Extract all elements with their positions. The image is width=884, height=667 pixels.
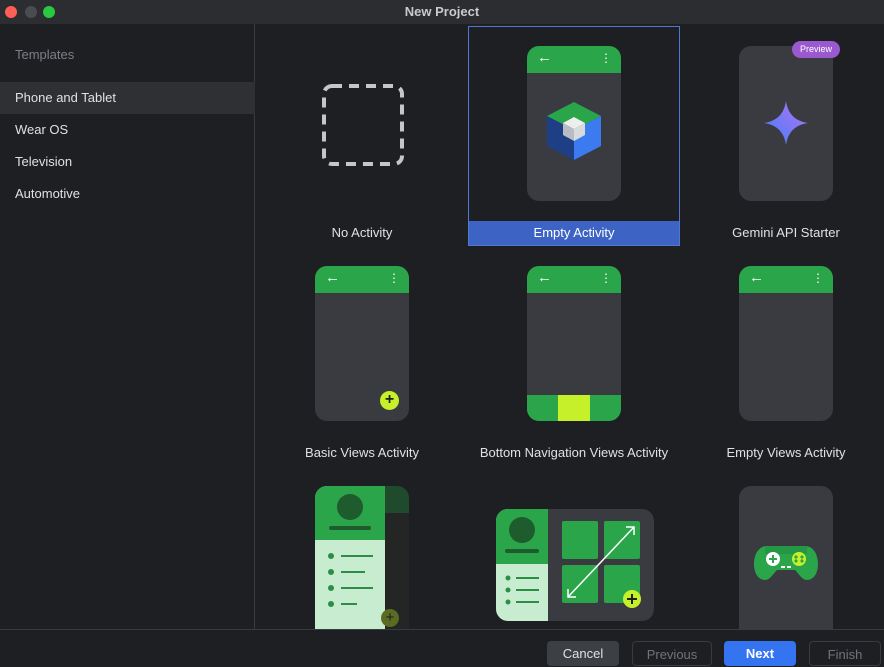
phone-preview: ← ⋮ — [527, 46, 621, 201]
app-bar: ← ⋮ — [527, 266, 621, 293]
tablet-side-panel — [496, 509, 548, 621]
phone-preview: ← ⋮ — [739, 266, 833, 421]
template-label: Bottom Navigation Views Activity — [479, 445, 669, 460]
sidebar-item-automotive[interactable]: Automotive — [0, 178, 255, 210]
window-title: New Project — [404, 4, 480, 19]
back-arrow-icon: ← — [749, 269, 764, 286]
dashed-square-icon — [322, 84, 404, 166]
avatar-icon — [337, 494, 363, 520]
tablet-preview — [496, 509, 654, 621]
sidebar-item-television[interactable]: Television — [0, 146, 255, 178]
template-responsive-views-activity[interactable] — [468, 466, 680, 629]
template-bottom-navigation-views-activity[interactable]: ← ⋮ Bottom Navigation Views Activity — [468, 246, 680, 466]
finish-button[interactable]: Finish — [809, 641, 881, 666]
app-bar: ← ⋮ — [527, 46, 621, 73]
template-game-activity[interactable] — [680, 466, 884, 629]
game-controller-icon — [754, 546, 818, 580]
bottom-nav-selected-item — [558, 395, 590, 421]
template-empty-activity[interactable]: ← ⋮ Empty Activity — [468, 26, 680, 246]
drawer-menu-list-icon — [328, 553, 373, 607]
templates-heading: Templates — [15, 47, 75, 62]
template-label: Gemini API Starter — [732, 225, 840, 240]
templates-sidebar: Templates Phone and Tablet Wear OS Telev… — [0, 24, 255, 629]
back-arrow-icon: ← — [537, 49, 552, 66]
next-button[interactable]: Next — [724, 641, 796, 666]
template-label: No Activity — [331, 225, 393, 240]
avatar-icon — [509, 517, 535, 543]
app-bar: ← ⋮ — [739, 266, 833, 293]
previous-button[interactable]: Previous — [632, 641, 712, 666]
overflow-menu-icon: ⋮ — [600, 51, 612, 65]
template-navigation-drawer-views-activity[interactable]: + — [256, 466, 468, 629]
phone-preview: + — [315, 486, 409, 629]
navigation-drawer — [315, 486, 385, 629]
template-basic-views-activity[interactable]: ← ⋮ + Basic Views Activity — [256, 246, 468, 466]
bottom-navigation-bar — [527, 395, 621, 421]
tablet-header — [496, 509, 548, 564]
drawer-header — [315, 486, 385, 540]
template-gemini-api-starter[interactable]: Preview Gemini API Starter — [680, 26, 884, 246]
back-arrow-icon: ← — [325, 269, 340, 286]
sidebar-item-wear-os[interactable]: Wear OS — [0, 114, 255, 146]
app-bar: ← ⋮ — [315, 266, 409, 293]
template-label: Empty Views Activity — [726, 445, 846, 460]
tablet-name-line — [505, 549, 539, 553]
template-empty-views-activity[interactable]: ← ⋮ Empty Views Activity — [680, 246, 884, 466]
phone-dimmed-app-bar — [385, 486, 409, 513]
preview-badge: Preview — [792, 41, 840, 58]
android-studio-cube-icon — [547, 102, 601, 160]
phone-preview: ← ⋮ + — [315, 266, 409, 421]
overflow-menu-icon: ⋮ — [812, 271, 824, 285]
cancel-button[interactable]: Cancel — [547, 641, 619, 666]
phone-preview — [739, 46, 833, 201]
dialog-footer: Cancel Previous Next Finish — [0, 629, 884, 667]
fab-plus-icon: + — [381, 609, 399, 627]
phone-preview — [739, 486, 833, 629]
overflow-menu-icon: ⋮ — [600, 271, 612, 285]
drawer-name-line — [329, 526, 371, 530]
title-bar: New Project — [0, 0, 884, 24]
gemini-sparkle-icon — [764, 101, 808, 145]
fab-plus-icon: + — [380, 391, 399, 410]
back-arrow-icon: ← — [537, 269, 552, 286]
template-no-activity[interactable]: No Activity — [256, 26, 468, 246]
template-grid: No Activity ← ⋮ Empty Activity Preview G… — [256, 24, 884, 629]
template-label: Basic Views Activity — [305, 445, 419, 460]
tablet-menu-list-icon — [505, 575, 539, 605]
sidebar-item-phone-and-tablet[interactable]: Phone and Tablet — [0, 82, 255, 114]
template-label: Empty Activity — [469, 221, 679, 245]
phone-preview: ← ⋮ — [527, 266, 621, 421]
overflow-menu-icon: ⋮ — [388, 271, 400, 285]
tablet-grid-resize-icon — [562, 521, 641, 608]
